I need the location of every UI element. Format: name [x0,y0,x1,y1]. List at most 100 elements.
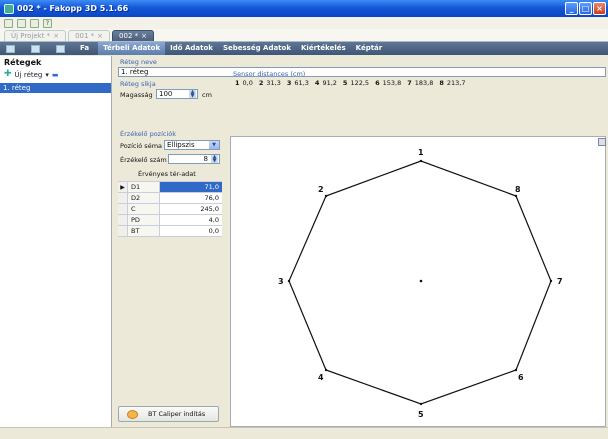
layers-icon[interactable] [6,44,15,53]
layers-panel-title: Rétegek [4,58,42,67]
table-row[interactable]: PD 4,0 [118,215,222,226]
chevron-down-icon[interactable]: ▼ [209,141,219,149]
sensor-count-label: Érzékelő szám [120,156,167,164]
doc-tab-002[interactable]: 002 * × [112,30,154,41]
title-bar: 002 * - Fakopp 3D 5.1.66 _ □ × [0,0,608,17]
sensor-count-value: 8 [203,155,208,163]
param-name: D1 [128,182,160,192]
tab-terbeli-adatok[interactable]: Térbeli Adatok [98,42,166,55]
valid-data-label: Érvényes tér-adat [138,170,196,178]
param-value[interactable]: 76,0 [160,193,222,203]
param-value[interactable]: 71,0 [160,182,222,192]
layers-toolbar: ✚ Új réteg ▾ ▬ [0,69,111,80]
tab-ido-adatok[interactable]: Idő Adatok [165,42,218,55]
height-label: Magasság [120,91,153,99]
tab-sebesseg-adatok[interactable]: Sebesség Adatok [218,42,296,55]
status-bar [0,427,608,439]
tab-keptar[interactable]: Képtár [351,42,388,55]
table-row[interactable]: BT 0,0 [118,226,222,237]
height-stepper[interactable]: 100 ▲ ▼ [156,89,198,99]
sensor-octagon-diagram: 1 2 3 4 5 6 7 8 [278,148,563,419]
center-point [419,279,423,283]
new-file-icon[interactable] [4,18,13,28]
maximize-button[interactable]: □ [579,2,592,15]
sensor-label-1: 1 [418,148,424,157]
sensor-label-4: 4 [318,373,324,382]
table-row[interactable]: C 245,0 [118,204,222,215]
sensor-distances-label: Sensor distances (cm) [233,70,306,78]
close-tab-icon[interactable]: × [97,32,103,40]
scheme-label: Pozíció séma [120,142,163,150]
layers-list: 1. réteg [0,83,111,93]
row-selector-icon: ▶ [118,182,128,192]
sensor-distance: 2 31,3 [258,79,281,87]
edit-icon[interactable] [30,18,39,28]
row-selector [118,193,128,203]
tab-fa[interactable]: Fa [75,42,94,55]
document-tabs: Új Projekt * × 001 * × 002 * × [0,29,608,42]
spin-arrows-icon[interactable]: ▲ ▼ [211,155,218,164]
sensor-distance: 6 153,8 [375,79,402,87]
doc-tab-uj-projekt[interactable]: Új Projekt * × [4,30,67,41]
height-value: 100 [159,90,173,98]
help-icon[interactable]: ? [43,18,52,28]
minimize-button[interactable]: _ [565,2,578,15]
row-selector [118,204,128,214]
sensor-label-6: 6 [518,373,524,382]
param-value[interactable]: 245,0 [160,204,222,214]
tab-kiertekeles[interactable]: Kiértékelés [296,42,351,55]
layer-plane-label: Réteg síkja [120,80,156,88]
layers-panel: Rétegek ✚ Új réteg ▾ ▬ 1. réteg [0,56,112,427]
tree-app-icon [4,3,14,14]
parameter-table: ▶ D1 71,0 D2 76,0 C 245,0 PD 4,0 BT 0,0 [118,181,222,237]
close-tab-icon[interactable]: × [53,32,59,40]
close-button[interactable]: × [593,2,606,15]
window-controls: _ □ × [565,2,606,15]
close-tab-icon[interactable]: × [141,32,147,40]
doc-tab-label: 002 * [119,32,139,40]
sensor-label-7: 7 [557,277,563,286]
row-selector [118,215,128,225]
param-name: D2 [128,193,160,203]
ribbon-tabs: Fa Térbeli Adatok Idő Adatok Sebesség Ad… [0,42,608,55]
bt-caliper-button[interactable]: BT Caliper indítás [118,406,219,422]
sensor-layout-canvas[interactable]: 1 2 3 4 5 6 7 8 [230,136,606,427]
param-name: BT [128,226,160,236]
layer-name-label: Réteg neve [120,58,157,66]
sensor-label-8: 8 [515,185,521,194]
sensor-distance: 3 61,3 [286,79,309,87]
sensor-distance: 4 91,2 [314,79,337,87]
row-selector [118,226,128,236]
sensor-distance: 5 122,5 [342,79,370,87]
sensor-distance: 8 213,7 [439,79,466,87]
param-name: PD [128,215,160,225]
scheme-select[interactable]: Ellipszis ▼ [164,140,220,150]
height-unit: cm [202,91,212,99]
quick-access-toolbar: ? [0,17,608,29]
layer-name-input[interactable]: 1. réteg [118,67,606,77]
sensor-icon[interactable] [56,44,65,53]
table-row[interactable]: D2 76,0 [118,193,222,204]
new-layer-button[interactable]: Új réteg [15,71,43,79]
save-icon[interactable] [17,18,26,28]
add-icon: ✚ [4,69,12,79]
export-icon[interactable] [598,138,606,146]
spin-arrows-icon[interactable]: ▲ ▼ [189,90,196,99]
remove-layer-icon[interactable]: ▬ [52,71,59,79]
sensor-distances-list: 1 0,0 2 31,3 3 61,3 4 91,2 5 122,5 6 153,8 7 18… [235,79,471,87]
scheme-value: Ellipszis [167,141,195,149]
tree-icon[interactable] [31,44,40,53]
layer-item[interactable]: 1. réteg [0,83,111,93]
table-row[interactable]: ▶ D1 71,0 [118,182,222,193]
doc-tab-001[interactable]: 001 * × [68,30,111,41]
sensor-count-stepper[interactable]: 8 ▲ ▼ [168,154,220,164]
doc-tab-label: 001 * [75,32,95,40]
sensor-distance: 7 183,8 [407,79,434,87]
new-layer-dropdown[interactable]: ▾ [45,71,49,79]
sensor-label-3: 3 [278,277,284,286]
caliper-icon [127,409,138,419]
param-value[interactable]: 4,0 [160,215,222,225]
sensor-label-5: 5 [418,410,424,419]
param-value[interactable]: 0,0 [160,226,222,236]
bt-caliper-label: BT Caliper indítás [148,410,206,418]
